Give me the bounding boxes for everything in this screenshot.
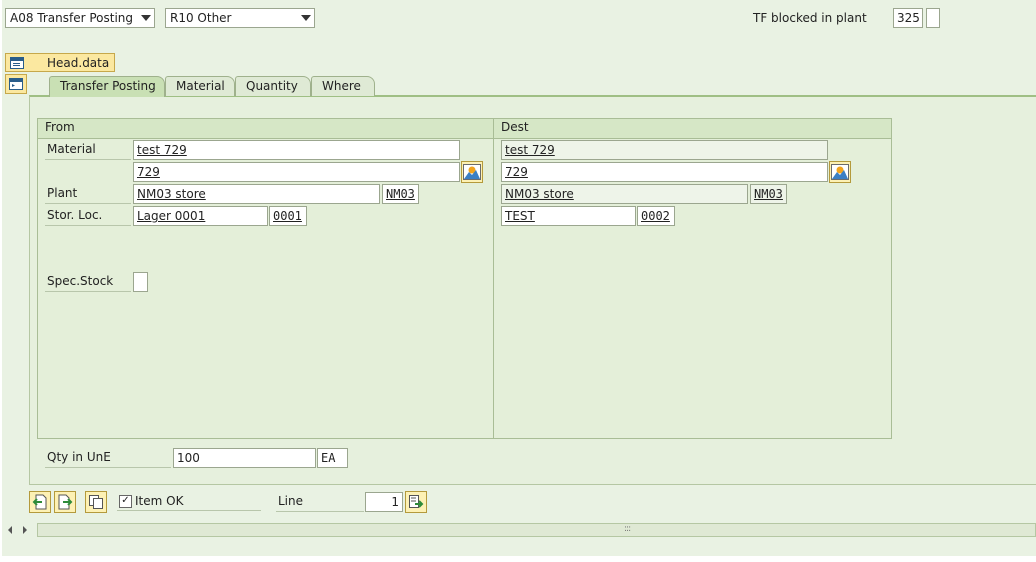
chevron-down-icon — [141, 15, 151, 21]
dest-header: Dest — [494, 119, 891, 139]
head-data-button[interactable]: Head.data — [5, 53, 115, 72]
dest-material-desc-field[interactable]: test 729 — [501, 140, 828, 160]
tab-label: Transfer Posting — [60, 79, 156, 93]
from-header: From — [38, 119, 493, 139]
head-data-label: Head.data — [47, 55, 110, 70]
next-item-button[interactable] — [54, 491, 76, 513]
material-label: Material — [45, 142, 131, 160]
action-value: A08 Transfer Posting — [10, 11, 134, 25]
tab-label: Where — [322, 79, 361, 93]
stor-loc-label: Stor. Loc. — [45, 208, 131, 226]
scroll-right-arrow[interactable] — [20, 524, 30, 536]
triangle-right-icon — [23, 526, 27, 534]
material-image-icon — [831, 164, 849, 180]
plant-label: Plant — [45, 186, 131, 204]
line-label: Line — [276, 494, 364, 512]
reference-dropdown[interactable]: R10 Other — [165, 8, 315, 28]
dest-plant-name-field[interactable]: NM03 store — [501, 184, 748, 204]
tab-label: Material — [176, 79, 225, 93]
tab-transfer-posting[interactable]: Transfer Posting — [49, 76, 165, 97]
from-stor-loc-code-field[interactable]: 0001 — [269, 206, 307, 226]
scroll-left-arrow[interactable] — [5, 524, 15, 536]
chevron-down-icon — [301, 15, 311, 21]
tf-blocked-label: TF blocked in plant — [753, 11, 867, 25]
tf-blocked-extra-field[interactable] — [926, 8, 940, 28]
line-field[interactable]: 1 — [365, 492, 403, 512]
tab-material[interactable]: Material — [165, 76, 235, 96]
tab-label: Quantity — [246, 79, 298, 93]
previous-doc-icon — [32, 494, 47, 510]
previous-item-button[interactable] — [29, 491, 51, 513]
copy-item-button[interactable] — [85, 491, 107, 513]
from-stor-loc-name-field[interactable]: Lager 0001 — [133, 206, 268, 226]
reference-value: R10 Other — [170, 11, 232, 25]
item-overview-button[interactable] — [5, 74, 27, 94]
tf-blocked-field[interactable]: 325 — [893, 8, 923, 28]
from-material-number-field[interactable]: 729 — [133, 162, 460, 182]
material-image-icon — [463, 164, 481, 180]
qty-field[interactable]: 100 — [173, 448, 316, 468]
tab-where[interactable]: Where — [311, 76, 375, 96]
head-data-icon — [10, 56, 24, 69]
list-icon — [9, 78, 23, 90]
dest-stor-loc-name-field[interactable]: TEST — [501, 206, 636, 226]
item-ok-checkbox[interactable]: ✓ — [119, 494, 132, 508]
dest-material-number-field[interactable]: 729 — [501, 162, 828, 182]
spec-stock-field[interactable] — [133, 272, 148, 292]
qty-label: Qty in UnE — [45, 450, 171, 468]
spec-stock-label: Spec.Stock — [45, 274, 131, 292]
goto-line-icon — [409, 495, 424, 508]
from-plant-code-field[interactable]: NM03 — [382, 184, 419, 204]
goto-line-button[interactable] — [405, 491, 427, 513]
unit-field[interactable]: EA — [317, 448, 348, 468]
horizontal-scrollbar[interactable]: ::: — [37, 523, 1036, 537]
dest-stor-loc-code-field[interactable]: 0002 — [637, 206, 675, 226]
copy-icon — [89, 495, 103, 509]
tab-quantity[interactable]: Quantity — [235, 76, 311, 96]
from-material-image-button[interactable] — [461, 161, 483, 183]
item-ok-control[interactable]: ✓ Item OK — [117, 492, 261, 511]
action-dropdown[interactable]: A08 Transfer Posting — [5, 8, 155, 28]
next-doc-icon — [58, 494, 73, 510]
scrollbar-grip-icon: ::: — [624, 524, 631, 534]
dest-material-image-button[interactable] — [829, 161, 851, 183]
dest-plant-code-field[interactable]: NM03 — [750, 184, 787, 204]
from-plant-name-field[interactable]: NM03 store — [133, 184, 380, 204]
from-material-desc-field[interactable]: test 729 — [133, 140, 460, 160]
item-ok-label: Item OK — [135, 494, 184, 508]
triangle-left-icon — [8, 526, 12, 534]
